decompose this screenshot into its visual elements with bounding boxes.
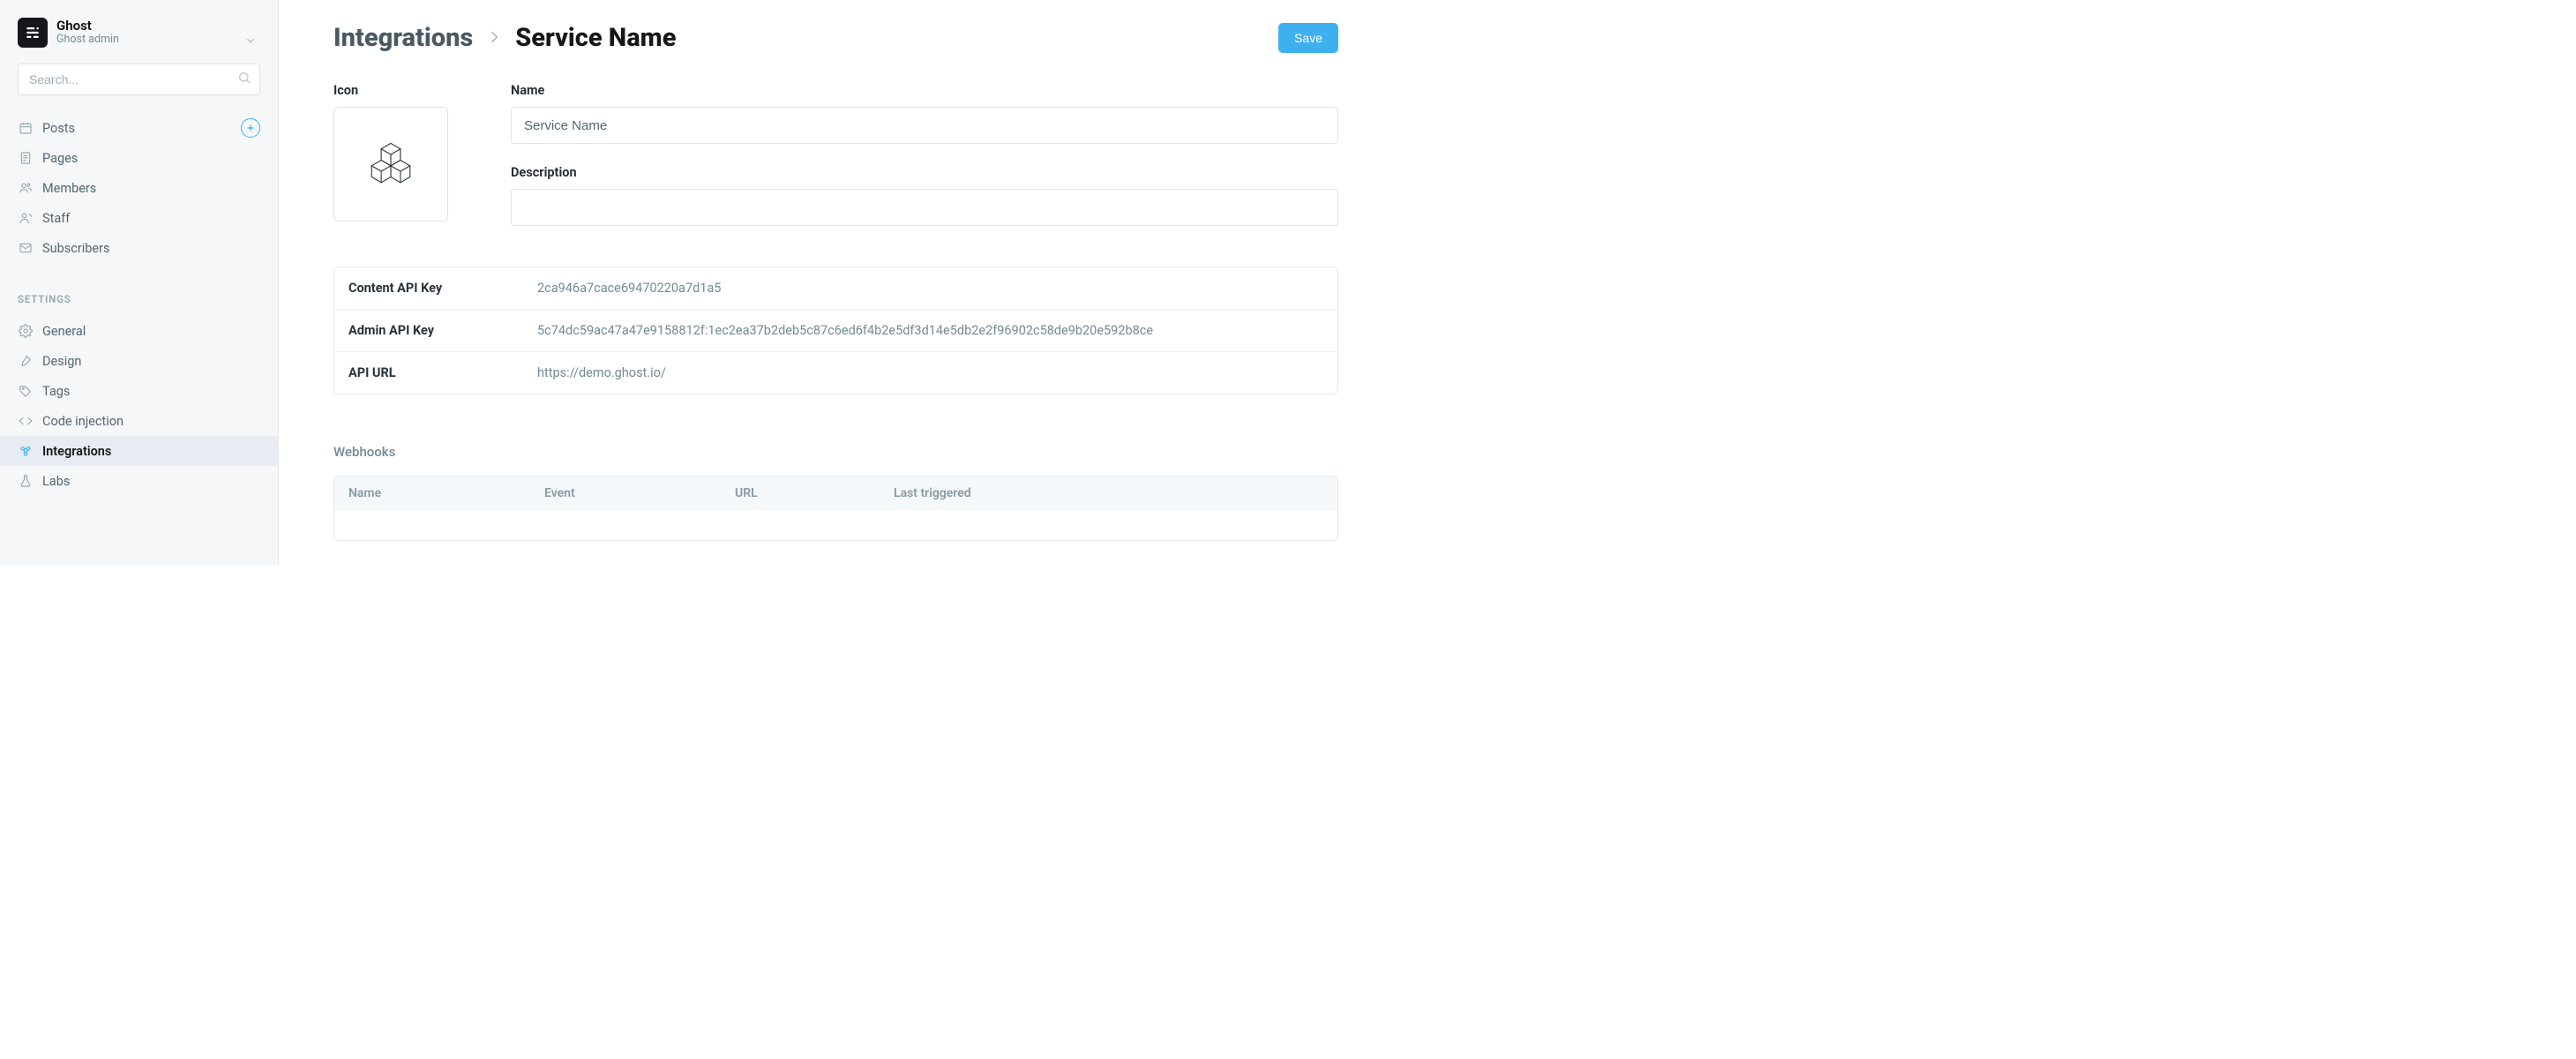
search-icon xyxy=(237,71,251,88)
api-row-admin-key[interactable]: Admin API Key 5c74dc59ac47a47e9158812f:1… xyxy=(334,310,1337,352)
api-row-api-url[interactable]: API URL https://demo.ghost.io/ xyxy=(334,352,1337,394)
webhooks-heading: Webhooks xyxy=(333,444,1338,460)
mail-icon xyxy=(18,240,34,256)
sidebar-item-label: Code injection xyxy=(42,414,260,429)
sidebar-item-label: Integrations xyxy=(42,444,260,459)
settings-heading: SETTINGS xyxy=(0,268,278,311)
sidebar-item-label: Members xyxy=(42,181,260,196)
main-content: Integrations Service Name Save Icon xyxy=(279,0,1381,565)
add-post-button[interactable] xyxy=(241,118,260,138)
webhook-col-last-triggered: Last triggered xyxy=(894,486,1323,500)
api-row-content-key[interactable]: Content API Key 2ca946a7cace69470220a7d1… xyxy=(334,267,1337,310)
brand-subtitle: Ghost admin xyxy=(56,34,119,46)
brush-icon xyxy=(18,353,34,369)
save-button[interactable]: Save xyxy=(1278,23,1338,53)
sidebar-item-label: Pages xyxy=(42,151,260,166)
nav-settings: General Design Tags Code injection xyxy=(0,311,278,501)
description-input[interactable] xyxy=(511,189,1338,226)
calendar-icon xyxy=(18,120,34,136)
webhook-col-event: Event xyxy=(544,486,735,500)
sidebar-item-staff[interactable]: Staff xyxy=(0,203,278,233)
sidebar-item-members[interactable]: Members xyxy=(0,173,278,203)
api-key-value: 5c74dc59ac47a47e9158812f:1ec2ea37b2deb5c… xyxy=(537,323,1323,338)
cubes-icon xyxy=(365,139,416,190)
sidebar-item-posts[interactable]: Posts xyxy=(0,113,278,143)
sidebar-item-labs[interactable]: Labs xyxy=(0,466,278,496)
search-input[interactable] xyxy=(18,64,260,95)
api-keys-card: Content API Key 2ca946a7cace69470220a7d1… xyxy=(333,267,1338,394)
name-field-label: Name xyxy=(511,83,1338,98)
staff-icon xyxy=(18,210,34,226)
brand-title: Ghost xyxy=(56,19,119,34)
sidebar-item-label: General xyxy=(42,324,260,339)
description-field-label: Description xyxy=(511,165,1338,180)
webhook-col-name: Name xyxy=(348,486,544,500)
api-key-value: 2ca946a7cace69470220a7d1a5 xyxy=(537,281,1323,296)
sidebar-item-integrations[interactable]: Integrations xyxy=(0,436,278,466)
ghost-logo-icon xyxy=(18,18,48,48)
webhooks-table-header: Name Event URL Last triggered xyxy=(334,477,1337,510)
integrations-icon xyxy=(18,443,34,459)
sidebar: Ghost Ghost admin Posts xyxy=(0,0,279,565)
sidebar-item-label: Tags xyxy=(42,384,260,399)
breadcrumb-current: Service Name xyxy=(515,23,676,53)
sidebar-item-general[interactable]: General xyxy=(0,316,278,346)
sidebar-item-design[interactable]: Design xyxy=(0,346,278,376)
integration-icon-upload[interactable] xyxy=(333,107,448,222)
code-icon xyxy=(18,413,34,429)
chevron-down-icon xyxy=(244,34,257,50)
members-icon xyxy=(18,180,34,196)
brand-switcher[interactable]: Ghost Ghost admin xyxy=(0,18,278,64)
webhooks-table-body-empty xyxy=(334,510,1337,540)
nav-primary: Posts Pages Members xyxy=(0,108,278,268)
sidebar-item-tags[interactable]: Tags xyxy=(0,376,278,406)
sidebar-item-code-injection[interactable]: Code injection xyxy=(0,406,278,436)
chevron-right-icon xyxy=(485,23,503,53)
sidebar-item-label: Subscribers xyxy=(42,241,260,256)
breadcrumb-root[interactable]: Integrations xyxy=(333,23,473,53)
sidebar-item-label: Staff xyxy=(42,211,260,226)
gear-icon xyxy=(18,323,34,339)
api-key-label: Content API Key xyxy=(348,281,537,296)
api-key-value: https://demo.ghost.io/ xyxy=(537,365,1323,380)
flask-icon xyxy=(18,473,34,489)
sidebar-item-subscribers[interactable]: Subscribers xyxy=(0,233,278,263)
name-input[interactable] xyxy=(511,107,1338,144)
api-key-label: API URL xyxy=(348,365,537,380)
sidebar-item-pages[interactable]: Pages xyxy=(0,143,278,173)
api-key-label: Admin API Key xyxy=(348,323,537,338)
sidebar-item-label: Design xyxy=(42,354,260,369)
tag-icon xyxy=(18,383,34,399)
breadcrumb: Integrations Service Name xyxy=(333,23,676,53)
pages-icon xyxy=(18,150,34,166)
sidebar-item-label: Labs xyxy=(42,474,260,489)
webhooks-table: Name Event URL Last triggered xyxy=(333,476,1338,541)
webhook-col-url: URL xyxy=(735,486,894,500)
sidebar-item-label: Posts xyxy=(42,121,260,136)
icon-field-label: Icon xyxy=(333,83,479,98)
